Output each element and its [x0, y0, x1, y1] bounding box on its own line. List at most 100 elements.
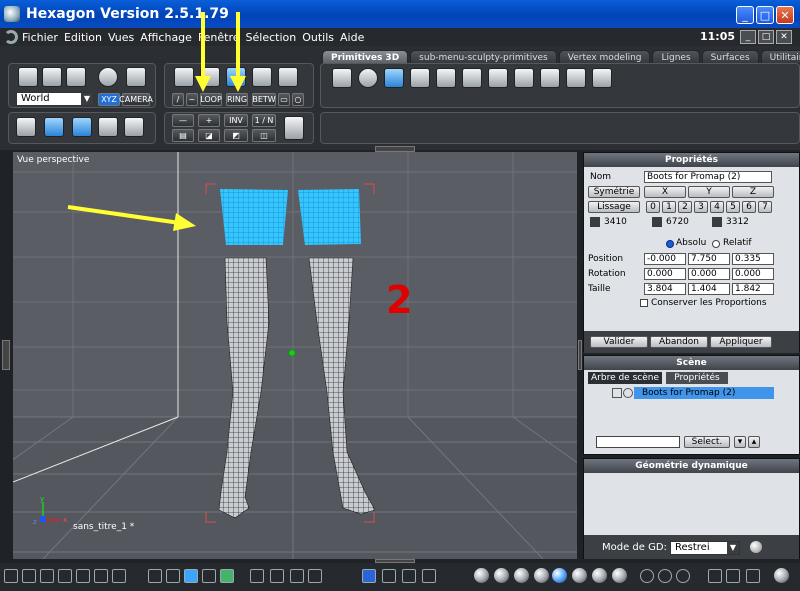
export-icon[interactable]: [746, 569, 760, 583]
validate-button[interactable]: Valider: [590, 336, 648, 348]
geometry-header: Géométrie dynamique: [584, 459, 799, 473]
gd-mode-label: Mode de GD:: [602, 542, 667, 553]
name-label: Nom: [590, 172, 612, 182]
scene-header: Scène: [584, 356, 799, 370]
keep-proportions-label: Conserver les Proportions: [651, 298, 767, 308]
gd-mode-select[interactable]: Restrei ▼: [670, 541, 740, 555]
gd-mode-value: Restrei: [675, 542, 710, 553]
vertex-count: 3410: [604, 217, 627, 227]
properties-header: Propriétés: [584, 153, 799, 167]
render-view-icon[interactable]: [726, 569, 740, 583]
symmetry-x-button[interactable]: X: [644, 186, 686, 198]
scene-title: Scène: [676, 358, 707, 368]
rotation-label: Rotation: [588, 269, 626, 279]
scroll-down-icon[interactable]: ▾: [734, 436, 746, 448]
layout-three-icon[interactable]: [58, 569, 72, 583]
gd-sphere-icon[interactable]: [750, 541, 762, 553]
position-z-field[interactable]: 0.335: [732, 253, 774, 265]
dynamic-geometry-panel: Géométrie dynamique Mode de GD: Restrei …: [583, 458, 800, 559]
shade-flat-icon[interactable]: [494, 568, 509, 583]
shade-smooth-icon[interactable]: [514, 568, 529, 583]
shade-render-icon[interactable]: [592, 568, 607, 583]
smooth-level-4[interactable]: 4: [710, 201, 724, 213]
size-label: Taille: [588, 284, 611, 294]
layout-four-icon[interactable]: [94, 569, 108, 583]
rotation-y-field[interactable]: 0.000: [688, 268, 730, 280]
properties-panel: Propriétés Nom Boots for Promap (2) Symé…: [583, 152, 800, 353]
display-flat-icon[interactable]: [184, 569, 198, 583]
layout-split-h-icon[interactable]: [22, 569, 36, 583]
absolute-radio[interactable]: [666, 240, 674, 248]
properties-title: Propriétés: [664, 155, 719, 165]
smoothing-button[interactable]: Lissage: [588, 201, 640, 213]
scroll-up-icon[interactable]: ▴: [748, 436, 760, 448]
symmetry-button[interactable]: Symétrie: [588, 186, 640, 198]
lock-icon[interactable]: [612, 388, 622, 398]
gizmo-scale-icon[interactable]: [402, 569, 416, 583]
absolute-label: Absolu: [676, 238, 707, 248]
camera-view-icon[interactable]: [308, 569, 322, 583]
layout-three-b-icon[interactable]: [76, 569, 90, 583]
position-x-field[interactable]: -0.000: [644, 253, 686, 265]
light-icon[interactable]: [640, 569, 654, 583]
shade-extra-icon[interactable]: [612, 568, 627, 583]
shade-ao-icon[interactable]: [572, 568, 587, 583]
multi-light-icon[interactable]: [676, 569, 690, 583]
chevron-down-icon: ▼: [727, 542, 739, 554]
gizmo-move-icon[interactable]: [362, 569, 376, 583]
size-z-field[interactable]: 1.842: [732, 283, 774, 295]
smooth-level-7[interactable]: 7: [758, 201, 772, 213]
geometry-title: Géométrie dynamique: [635, 461, 748, 471]
vertex-count-icon: [590, 217, 600, 227]
zoom-icon[interactable]: [290, 569, 304, 583]
select-button[interactable]: Select.: [684, 436, 730, 448]
face-count: 3312: [726, 217, 749, 227]
relative-radio[interactable]: [712, 240, 720, 248]
rotation-z-field[interactable]: 0.000: [732, 268, 774, 280]
smooth-level-5[interactable]: 5: [726, 201, 740, 213]
shade-wire-icon[interactable]: [474, 568, 489, 583]
keep-proportions-checkbox[interactable]: [640, 299, 648, 307]
symmetry-y-button[interactable]: Y: [688, 186, 730, 198]
display-texture-icon[interactable]: [220, 569, 234, 583]
material-sphere-icon[interactable]: [774, 568, 789, 583]
visibility-icon[interactable]: [623, 388, 633, 398]
shade-selected-icon[interactable]: [552, 568, 567, 583]
smooth-level-1[interactable]: 1: [662, 201, 676, 213]
smooth-level-0[interactable]: 0: [646, 201, 660, 213]
layout-split-v-icon[interactable]: [40, 569, 54, 583]
layout-single-icon[interactable]: [4, 569, 18, 583]
smooth-level-6[interactable]: 6: [742, 201, 756, 213]
gizmo-down-icon[interactable]: [422, 569, 436, 583]
pan-icon[interactable]: [270, 569, 284, 583]
tab-scene-tree[interactable]: Arbre de scène: [588, 372, 662, 384]
env-light-icon[interactable]: [658, 569, 672, 583]
scene-panel: Scène Arbre de scène Propriétés Boots fo…: [583, 355, 800, 455]
shade-texture-icon[interactable]: [534, 568, 549, 583]
position-label: Position: [588, 254, 624, 264]
relative-label: Relatif: [723, 238, 752, 248]
size-y-field[interactable]: 1.404: [688, 283, 730, 295]
edge-count: 6720: [666, 217, 689, 227]
position-y-field[interactable]: 7.750: [688, 253, 730, 265]
display-light-icon[interactable]: [166, 569, 180, 583]
smooth-level-2[interactable]: 2: [678, 201, 692, 213]
symmetry-z-button[interactable]: Z: [732, 186, 774, 198]
scene-item[interactable]: Boots for Promap (2): [634, 387, 774, 399]
scene-filter-input[interactable]: [596, 436, 680, 448]
edge-count-icon: [652, 217, 662, 227]
face-count-icon: [712, 217, 722, 227]
smooth-level-3[interactable]: 3: [694, 201, 708, 213]
layout-custom-icon[interactable]: [112, 569, 126, 583]
rotation-x-field[interactable]: 0.000: [644, 268, 686, 280]
apply-button[interactable]: Appliquer: [710, 336, 772, 348]
abandon-button[interactable]: Abandon: [650, 336, 708, 348]
display-grid-icon[interactable]: [148, 569, 162, 583]
size-x-field[interactable]: 3.804: [644, 283, 686, 295]
gizmo-rotate-icon[interactable]: [382, 569, 396, 583]
object-name-field[interactable]: Boots for Promap (2): [644, 171, 772, 183]
tab-scene-properties[interactable]: Propriétés: [666, 372, 728, 384]
zoom-extents-icon[interactable]: [250, 569, 264, 583]
box-view-icon[interactable]: [708, 569, 722, 583]
display-wire-icon[interactable]: [202, 569, 216, 583]
